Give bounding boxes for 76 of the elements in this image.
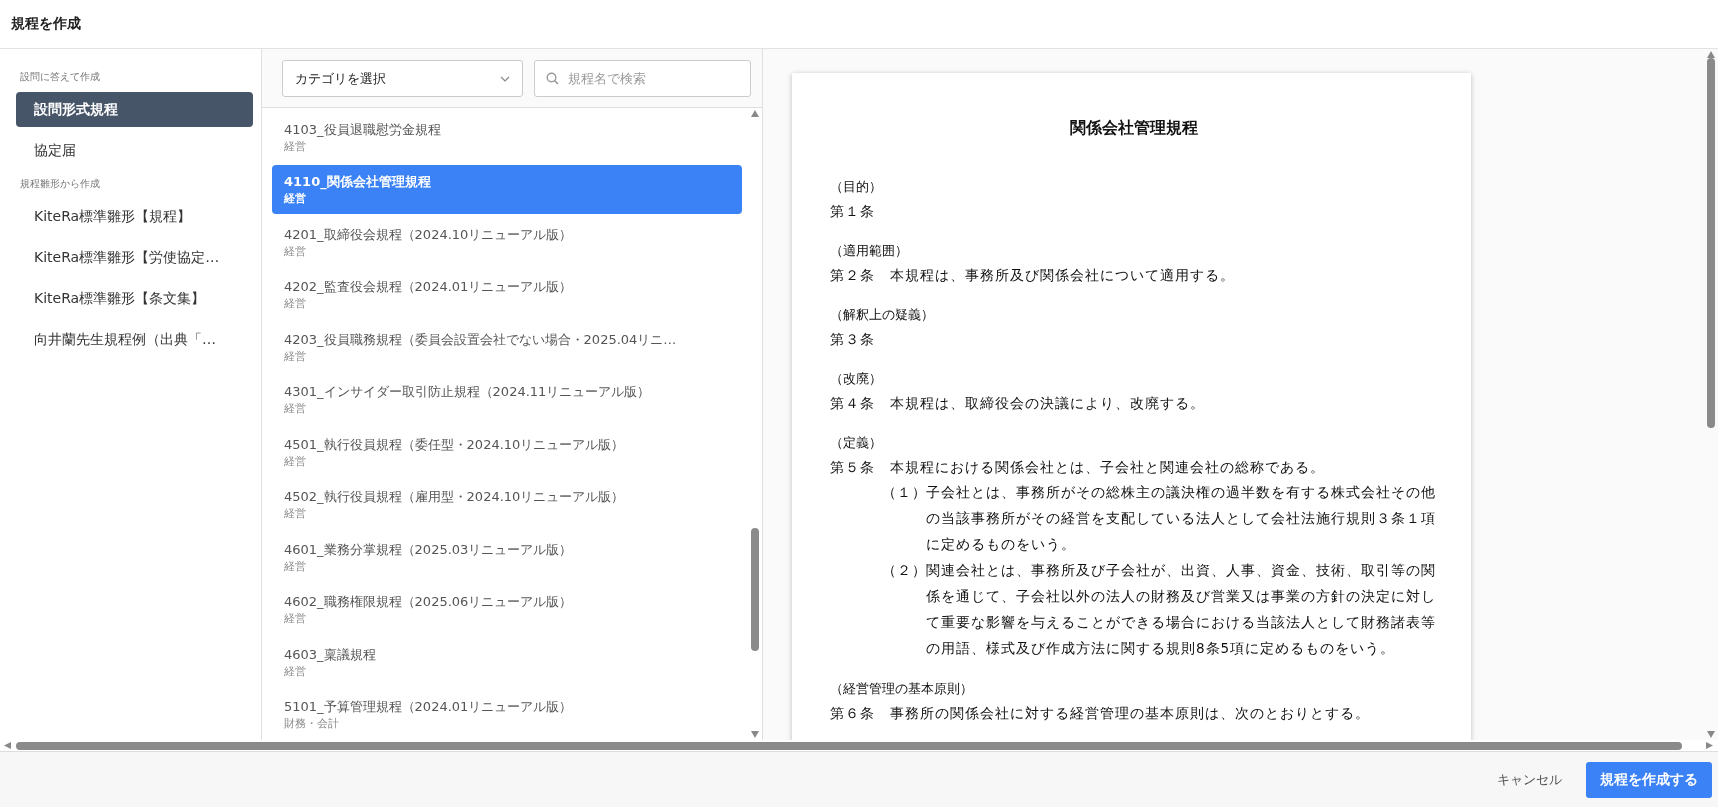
template-category: 経営: [284, 191, 307, 205]
template-name: 4502_執行役員規程（雇用型・2024.10リニューアル版）: [284, 488, 626, 506]
scroll-left-icon[interactable]: [4, 742, 12, 749]
template-category: 経営: [284, 348, 307, 363]
cancel-button[interactable]: キャンセル: [1487, 764, 1572, 795]
chevron-down-icon: [500, 75, 510, 82]
template-item[interactable]: 4601_業務分掌規程（2025.03リニューアル版） 経営: [272, 532, 742, 581]
template-category: 経営: [284, 243, 307, 258]
template-item[interactable]: 4110_関係会社管理規程 経営: [272, 164, 742, 214]
sidebar-item[interactable]: 向井蘭先生規程例（出典「…: [16, 322, 253, 357]
template-category: 経営: [284, 296, 307, 310]
template-item[interactable]: 4201_取締役会規程（2024.10リニューアル版） 経営: [272, 217, 742, 266]
template-item[interactable]: 4602_職務権限規程（2025.06リニューアル版） 経営: [272, 584, 742, 634]
template-name: 5101_予算管理規程（2024.01リニューアル版）: [284, 698, 574, 716]
article-text: 第５条 本規程における関係会社とは、子会社と関連会社の総称である。: [830, 458, 1326, 477]
template-item[interactable]: 4202_監査役会規程（2024.01リニューアル版） 経営: [272, 269, 742, 319]
article-text: 第２条 本規程は、事務所及び関係会社について適用する。: [830, 266, 1236, 285]
template-item[interactable]: 4203_役員職務規程（委員会設置会社でない場合・2025.04リニ… 経営: [272, 322, 742, 371]
create-button[interactable]: 規程を作成する: [1586, 761, 1712, 798]
template-category: 経営: [284, 663, 307, 678]
article-caption: （目的）: [830, 178, 883, 196]
template-name: 4201_取締役会規程（2024.10リニューアル版）: [284, 225, 574, 244]
scrollbar-thumb[interactable]: [16, 741, 1682, 750]
clause-number: （２）: [882, 561, 926, 580]
template-category: 経営: [284, 401, 307, 415]
dialog-title: 規程を作成: [11, 15, 81, 33]
clause-text: 関連会社とは、事務所及び子会社が、出資、人事、資金、技術、取引等の関係を通じて、子会社以外の法人の財務及び営業又は事業の方針の決定に対して重要な影響を与えることができる場合における当該法人として財務諸表等の用語、様式及び作成方法に関する規則8条5項に定めるものをいう。: [926, 561, 1437, 658]
template-name: 4203_役員職務規程（委員会設置会社でない場合・2025.04リニ…: [284, 330, 678, 349]
search-field[interactable]: 規程名で検索: [534, 60, 751, 97]
article-caption: （解釈上の疑義）: [830, 306, 935, 324]
template-name: 4110_関係会社管理規程: [284, 173, 432, 191]
template-item[interactable]: 4501_執行役員規程（委任型・2024.10リニューアル版） 経営: [272, 427, 742, 476]
scrollbar-thumb[interactable]: [1707, 58, 1715, 429]
template-item[interactable]: 4502_執行役員規程（雇用型・2024.10リニューアル版） 経営: [272, 479, 742, 529]
template-item[interactable]: 5101_予算管理規程（2024.01リニューアル版） 財務・会計: [272, 689, 742, 739]
article-caption: （改廃）: [830, 370, 883, 388]
article-text: 第４条 本規程は、取締役会の決議により、改廃する。: [830, 394, 1206, 413]
clause-number: （１）: [882, 483, 926, 502]
article-caption: （適用範囲）: [830, 242, 909, 260]
article-text: 第３条: [830, 330, 876, 349]
article-caption: （経営管理の基本原則）: [830, 680, 974, 698]
document-title: 関係会社管理規程: [1068, 118, 1199, 139]
template-name: 4301_インサイダー取引防止規程（2024.11リニューアル版）: [284, 383, 652, 401]
article-text: 第１条: [830, 202, 876, 221]
search-icon: [546, 72, 559, 85]
sidebar-item[interactable]: KiteRa標準雛形【労使協定…: [16, 240, 253, 275]
template-item[interactable]: 4301_インサイダー取引防止規程（2024.11リニューアル版） 経営: [272, 374, 742, 424]
sidebar-item[interactable]: KiteRa標準雛形【規程】: [16, 199, 253, 234]
sidebar-item[interactable]: KiteRa標準雛形【条文集】: [16, 281, 253, 316]
template-name: 4501_執行役員規程（委任型・2024.10リニューアル版）: [284, 435, 626, 454]
section-label: 設問に答えて作成: [19, 70, 101, 84]
category-select[interactable]: カテゴリを選択: [282, 60, 523, 97]
scroll-down-icon[interactable]: [751, 731, 759, 738]
article-text: 第６条 事務所の関係会社に対する経営管理の基本原則は、次のとおりとする。: [830, 704, 1371, 723]
sidebar-item[interactable]: 協定届: [16, 133, 253, 168]
template-name: 4601_業務分掌規程（2025.03リニューアル版）: [284, 540, 574, 559]
template-item[interactable]: 4603_稟議規程 経営: [272, 637, 742, 686]
scroll-up-icon[interactable]: [751, 110, 759, 117]
template-category: 経営: [284, 453, 307, 468]
article-caption: （定義）: [830, 434, 883, 452]
template-name: 4103_役員退職慰労金規程: [284, 120, 442, 139]
template-name: 4603_稟議規程: [284, 645, 377, 664]
scroll-right-icon[interactable]: [1706, 742, 1714, 749]
template-category: 経営: [284, 506, 307, 520]
scrollbar-thumb[interactable]: [751, 528, 759, 652]
template-category: 経営: [284, 558, 307, 573]
section-label: 規程雛形から作成: [19, 177, 101, 191]
template-category: 経営: [284, 138, 307, 153]
template-item[interactable]: 4103_役員退職慰労金規程 経営: [272, 112, 742, 161]
template-name: 4202_監査役会規程（2024.01リニューアル版）: [284, 278, 574, 296]
template-category: 財務・会計: [284, 716, 340, 730]
sidebar-item[interactable]: 設問形式規程: [16, 92, 253, 127]
clause-text: 子会社とは、事務所がその総株主の議決権の過半数を有する株式会社その他の当該事務所がその経営を支配している法人として会社法施行規則３条１項に定めるものをいう。: [926, 483, 1437, 554]
scroll-down-icon[interactable]: [1707, 731, 1715, 738]
template-category: 経営: [284, 611, 307, 625]
template-name: 4602_職務権限規程（2025.06リニューアル版）: [284, 593, 574, 611]
